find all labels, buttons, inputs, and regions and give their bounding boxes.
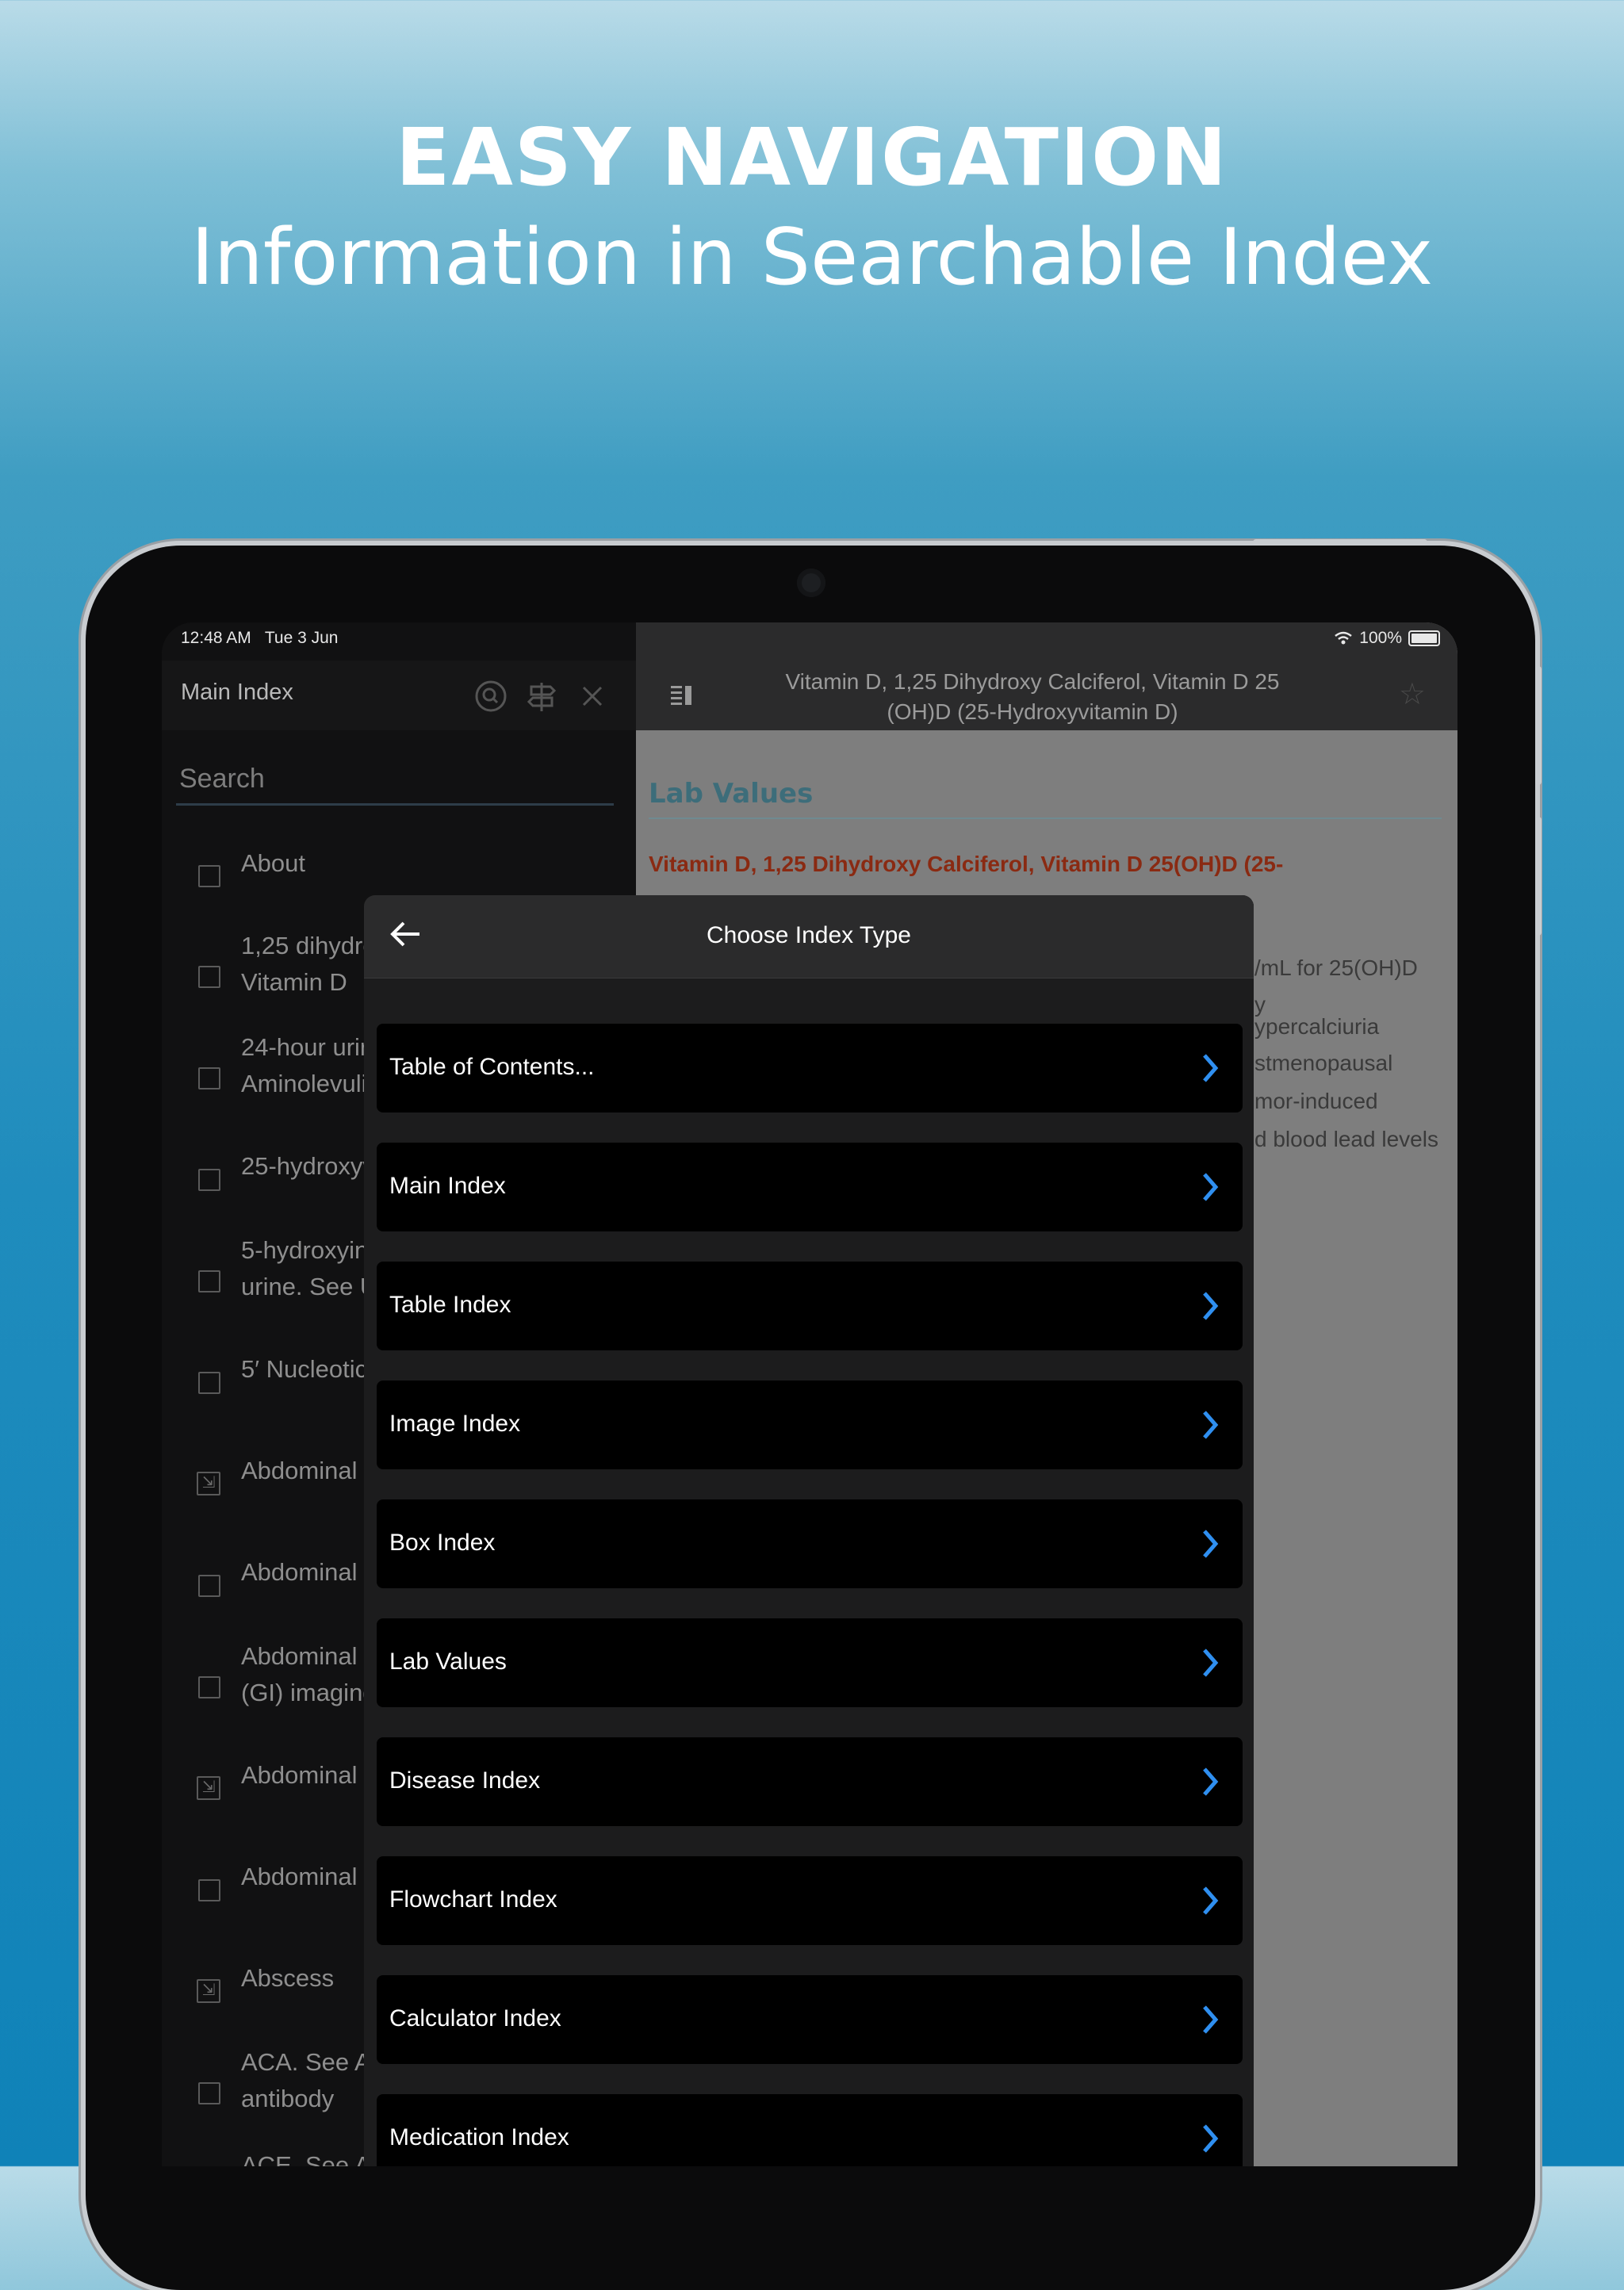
app-screen: 12:48 AM Tue 3 Jun Main Index About	[162, 622, 1457, 2166]
section-divider	[649, 818, 1442, 819]
modal-header: Choose Index Type	[364, 895, 1254, 978]
list-item-label: ACA. See Ar antibody	[241, 2048, 379, 2112]
signpost-icon[interactable]	[525, 680, 558, 713]
option-label: Lab Values	[389, 1649, 507, 1675]
promo-headline: EASY NAVIGATION	[396, 111, 1228, 204]
status-indicators: 100%	[1334, 629, 1440, 648]
chevron-right-icon	[1203, 1649, 1219, 1677]
device-volume-up	[1535, 666, 1542, 785]
search-circle-icon[interactable]	[474, 680, 508, 713]
battery-percent: 100%	[1359, 629, 1402, 647]
chevron-right-icon	[1203, 2005, 1219, 2034]
option-label: Table Index	[389, 1292, 511, 1318]
device-volume-down	[1535, 817, 1542, 936]
modal-title: Choose Index Type	[707, 922, 911, 948]
search-input[interactable]	[176, 764, 611, 795]
promo-subline: Information in Searchable Index	[190, 213, 1434, 303]
link-arrow-icon: ⇲	[197, 1979, 220, 2003]
list-item-label: Abdominal	[241, 1457, 358, 1484]
list-item-label: 5′ Nucleotic	[241, 1355, 368, 1383]
battery-icon	[1408, 630, 1440, 646]
chevron-right-icon	[1203, 1173, 1219, 1201]
option-disease-index[interactable]: Disease Index	[377, 1737, 1243, 1826]
list-item-label: About	[241, 849, 306, 877]
chevron-right-icon	[1203, 1886, 1219, 1915]
list-item-label: Abdominal .	[241, 1558, 371, 1586]
checkbox[interactable]	[198, 1372, 220, 1394]
checkbox[interactable]	[198, 1270, 220, 1292]
option-label: Disease Index	[389, 1767, 541, 1794]
content-text: d blood lead levels	[1254, 1127, 1438, 1151]
option-label: Table of Contents...	[389, 1054, 595, 1080]
checkbox[interactable]	[198, 966, 220, 988]
content-text: /mL for 25(OH)D	[1254, 955, 1418, 980]
option-label: Box Index	[389, 1530, 496, 1556]
list-item-label: Abdominal	[241, 1761, 358, 1789]
chevron-right-icon	[1203, 1530, 1219, 1558]
choose-index-modal: Choose Index Type Table of Contents... M…	[364, 895, 1254, 2166]
chevron-right-icon	[1203, 1292, 1219, 1320]
search-field	[176, 764, 614, 806]
checkbox[interactable]	[198, 1169, 220, 1191]
list-item-label: 5-hydroxyin urine. See U	[241, 1236, 377, 1300]
star-icon[interactable]: ☆	[1399, 676, 1426, 712]
list-menu-icon[interactable]	[669, 683, 693, 707]
checkbox[interactable]	[198, 2082, 220, 2104]
camera-icon	[797, 569, 825, 597]
option-label: Flowchart Index	[389, 1886, 557, 1913]
content-title: Vitamin D, 1,25 Dihydroxy Calciferol, Vi…	[785, 669, 1280, 724]
option-medication-index[interactable]: Medication Index	[377, 2094, 1243, 2166]
option-image-index[interactable]: Image Index	[377, 1381, 1243, 1469]
list-item-label: 24-hour urin Aminolevuli	[241, 1033, 374, 1097]
status-time: 12:48 AM	[181, 629, 251, 647]
link-arrow-icon: ⇲	[197, 1776, 220, 1800]
option-table-of-contents[interactable]: Table of Contents...	[377, 1024, 1243, 1112]
list-item-label: 25-hydroxyv	[241, 1152, 375, 1180]
list-item-label: Abdominal (GI) imaging	[241, 1642, 377, 1706]
chevron-right-icon	[1203, 1411, 1219, 1439]
option-calculator-index[interactable]: Calculator Index	[377, 1975, 1243, 2064]
content-text: ypercalciuria	[1254, 1014, 1380, 1039]
option-flowchart-index[interactable]: Flowchart Index	[377, 1856, 1243, 1945]
option-table-index[interactable]: Table Index	[377, 1262, 1243, 1350]
status-time-date: 12:48 AM Tue 3 Jun	[181, 629, 338, 648]
checkbox[interactable]	[198, 865, 220, 887]
list-item-label: Abdominal .	[241, 1863, 371, 1890]
option-box-index[interactable]: Box Index	[377, 1499, 1243, 1588]
option-label: Calculator Index	[389, 2005, 561, 2032]
list-item-label: 1,25 dihydro Vitamin D	[241, 932, 377, 996]
checkbox[interactable]	[198, 1067, 220, 1089]
option-label: Image Index	[389, 1411, 521, 1437]
checkbox[interactable]	[198, 1575, 220, 1597]
chevron-right-icon	[1203, 1054, 1219, 1082]
wifi-icon	[1335, 631, 1353, 645]
chevron-right-icon	[1203, 1767, 1219, 1796]
link-arrow-icon: ⇲	[197, 1472, 220, 1495]
section-title: Lab Values	[649, 778, 814, 810]
content-text: mor-induced	[1254, 1089, 1378, 1113]
content-text: stmenopausal	[1254, 1051, 1393, 1075]
chevron-right-icon	[1203, 2124, 1219, 2153]
option-lab-values[interactable]: Lab Values	[377, 1618, 1243, 1707]
checkbox[interactable]	[198, 1676, 220, 1698]
content-header: 100% Vitamin D, 1,25 Dihydroxy Calcifero…	[636, 622, 1457, 730]
sidebar-title: Main Index	[181, 680, 293, 705]
close-icon[interactable]	[576, 680, 609, 713]
device-top-button	[1253, 539, 1427, 546]
list-item-label: Abscess	[241, 1964, 335, 1992]
option-label: Main Index	[389, 1173, 506, 1199]
status-date: Tue 3 Jun	[264, 629, 339, 647]
option-main-index[interactable]: Main Index	[377, 1143, 1243, 1231]
list-item-label: ACE. See A	[241, 2151, 371, 2166]
checkbox[interactable]	[198, 1879, 220, 1901]
option-label: Medication Index	[389, 2124, 569, 2150]
sidebar-header: Main Index	[162, 661, 636, 730]
